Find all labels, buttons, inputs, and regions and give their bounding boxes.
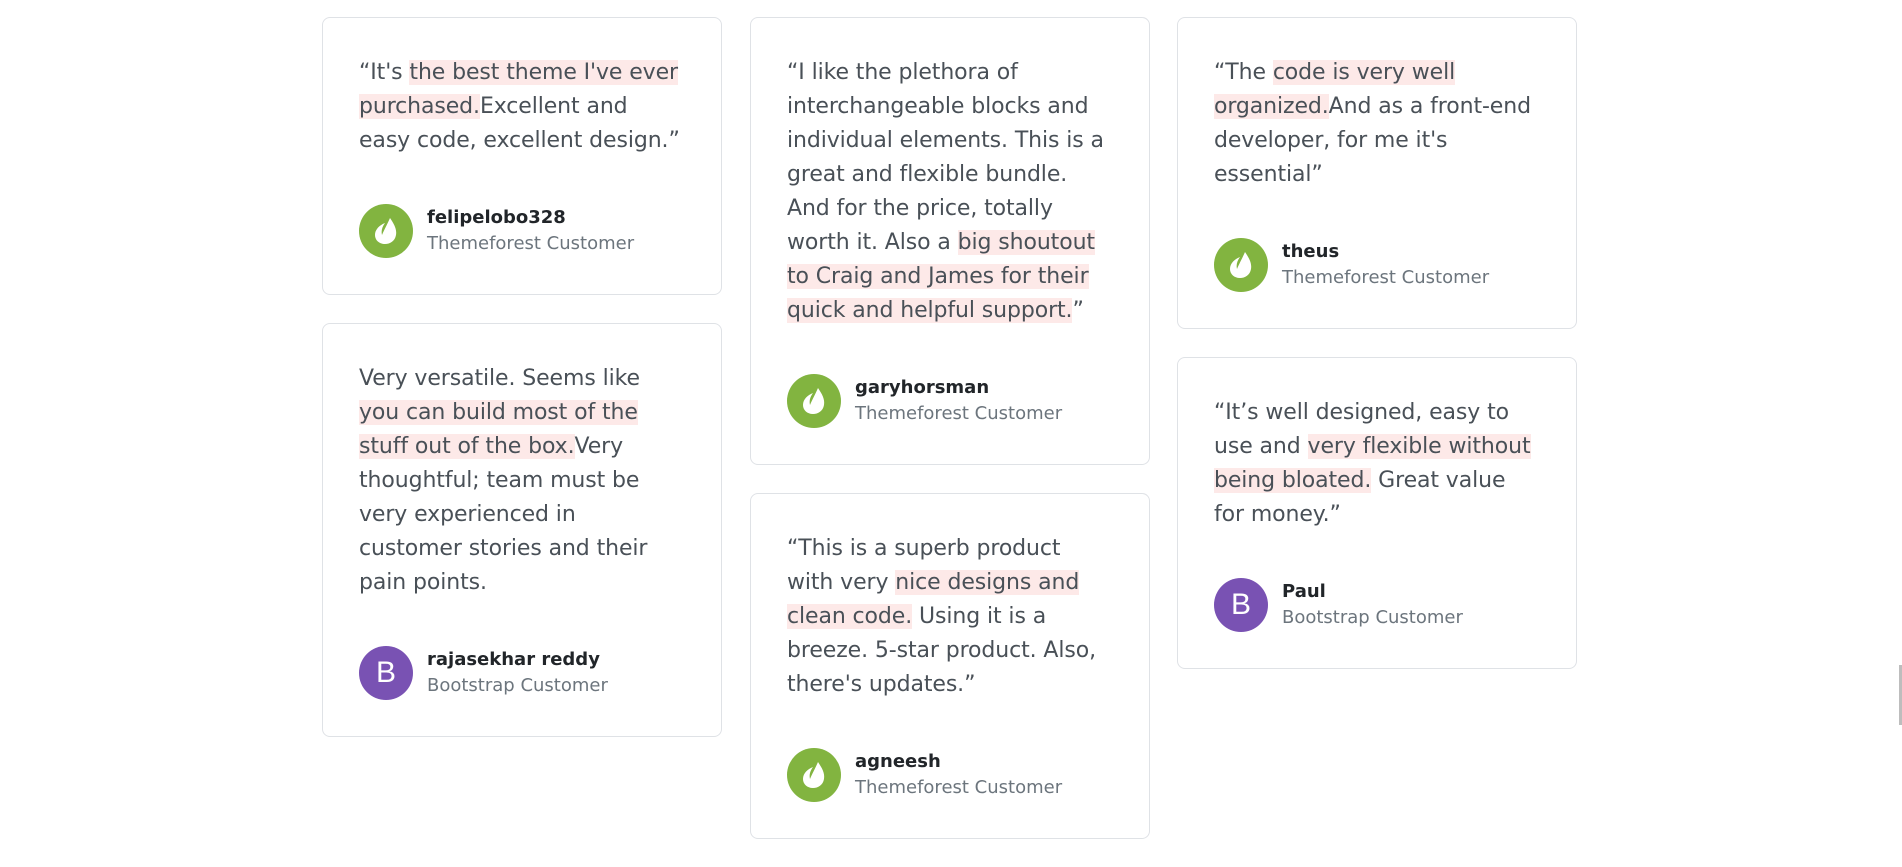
testimonial-card: “The code is very well organized.And as … xyxy=(1177,17,1577,329)
author-name: theus xyxy=(1282,241,1340,262)
testimonial-quote: “It's the best theme I've ever purchased… xyxy=(359,60,680,153)
testimonial-quote: Very versatile. Seems like you can build… xyxy=(359,366,648,595)
testimonial-quote: “I like the plethora of interchangeable … xyxy=(787,60,1104,323)
testimonial-card: “This is a superb product with very nice… xyxy=(750,493,1150,839)
bootstrap-b-icon: B xyxy=(359,646,413,700)
author-meta: agneesh Themeforest Customer xyxy=(855,749,1062,801)
author-name: felipelobo328 xyxy=(427,207,566,228)
testimonial-card: “I like the plethora of interchangeable … xyxy=(750,17,1150,465)
author-name: Paul xyxy=(1282,581,1326,602)
testimonial-author: B rajasekhar reddy Bootstrap Customer xyxy=(359,646,685,700)
author-role: Themeforest Customer xyxy=(1282,267,1490,288)
envato-leaf-icon xyxy=(359,204,413,258)
testimonial-quote: “It’s well designed, easy to use and ver… xyxy=(1214,400,1531,527)
author-role: Themeforest Customer xyxy=(855,777,1063,798)
author-meta: felipelobo328 Themeforest Customer xyxy=(427,205,634,257)
author-role: Themeforest Customer xyxy=(855,403,1063,424)
envato-leaf-icon xyxy=(787,374,841,428)
testimonial-author: garyhorsman Themeforest Customer xyxy=(787,374,1113,428)
testimonials-column-3: “The code is very well organized.And as … xyxy=(1177,17,1577,697)
testimonials-column-2: “I like the plethora of interchangeable … xyxy=(750,17,1150,867)
testimonials-column-1: “It's the best theme I've ever purchased… xyxy=(322,17,722,765)
author-name: rajasekhar reddy xyxy=(427,649,600,670)
author-role: Bootstrap Customer xyxy=(427,675,608,696)
testimonial-author: felipelobo328 Themeforest Customer xyxy=(359,204,685,258)
testimonial-card: “It's the best theme I've ever purchased… xyxy=(322,17,722,295)
author-meta: rajasekhar reddy Bootstrap Customer xyxy=(427,647,608,699)
bootstrap-b-icon: B xyxy=(1214,578,1268,632)
testimonial-card: Very versatile. Seems like you can build… xyxy=(322,323,722,737)
author-name: garyhorsman xyxy=(855,377,990,398)
testimonial-card: “It’s well designed, easy to use and ver… xyxy=(1177,357,1577,669)
testimonial-author: theus Themeforest Customer xyxy=(1214,238,1540,292)
author-meta: Paul Bootstrap Customer xyxy=(1282,579,1463,631)
testimonial-quote: “This is a superb product with very nice… xyxy=(787,536,1096,697)
author-role: Themeforest Customer xyxy=(427,233,635,254)
testimonial-author: agneesh Themeforest Customer xyxy=(787,748,1113,802)
testimonial-quote: “The code is very well organized.And as … xyxy=(1214,60,1531,187)
envato-leaf-icon xyxy=(1214,238,1268,292)
author-meta: garyhorsman Themeforest Customer xyxy=(855,375,1062,427)
author-role: Bootstrap Customer xyxy=(1282,607,1463,628)
envato-leaf-icon xyxy=(787,748,841,802)
testimonial-author: B Paul Bootstrap Customer xyxy=(1214,578,1540,632)
author-meta: theus Themeforest Customer xyxy=(1282,239,1489,291)
author-name: agneesh xyxy=(855,751,941,772)
